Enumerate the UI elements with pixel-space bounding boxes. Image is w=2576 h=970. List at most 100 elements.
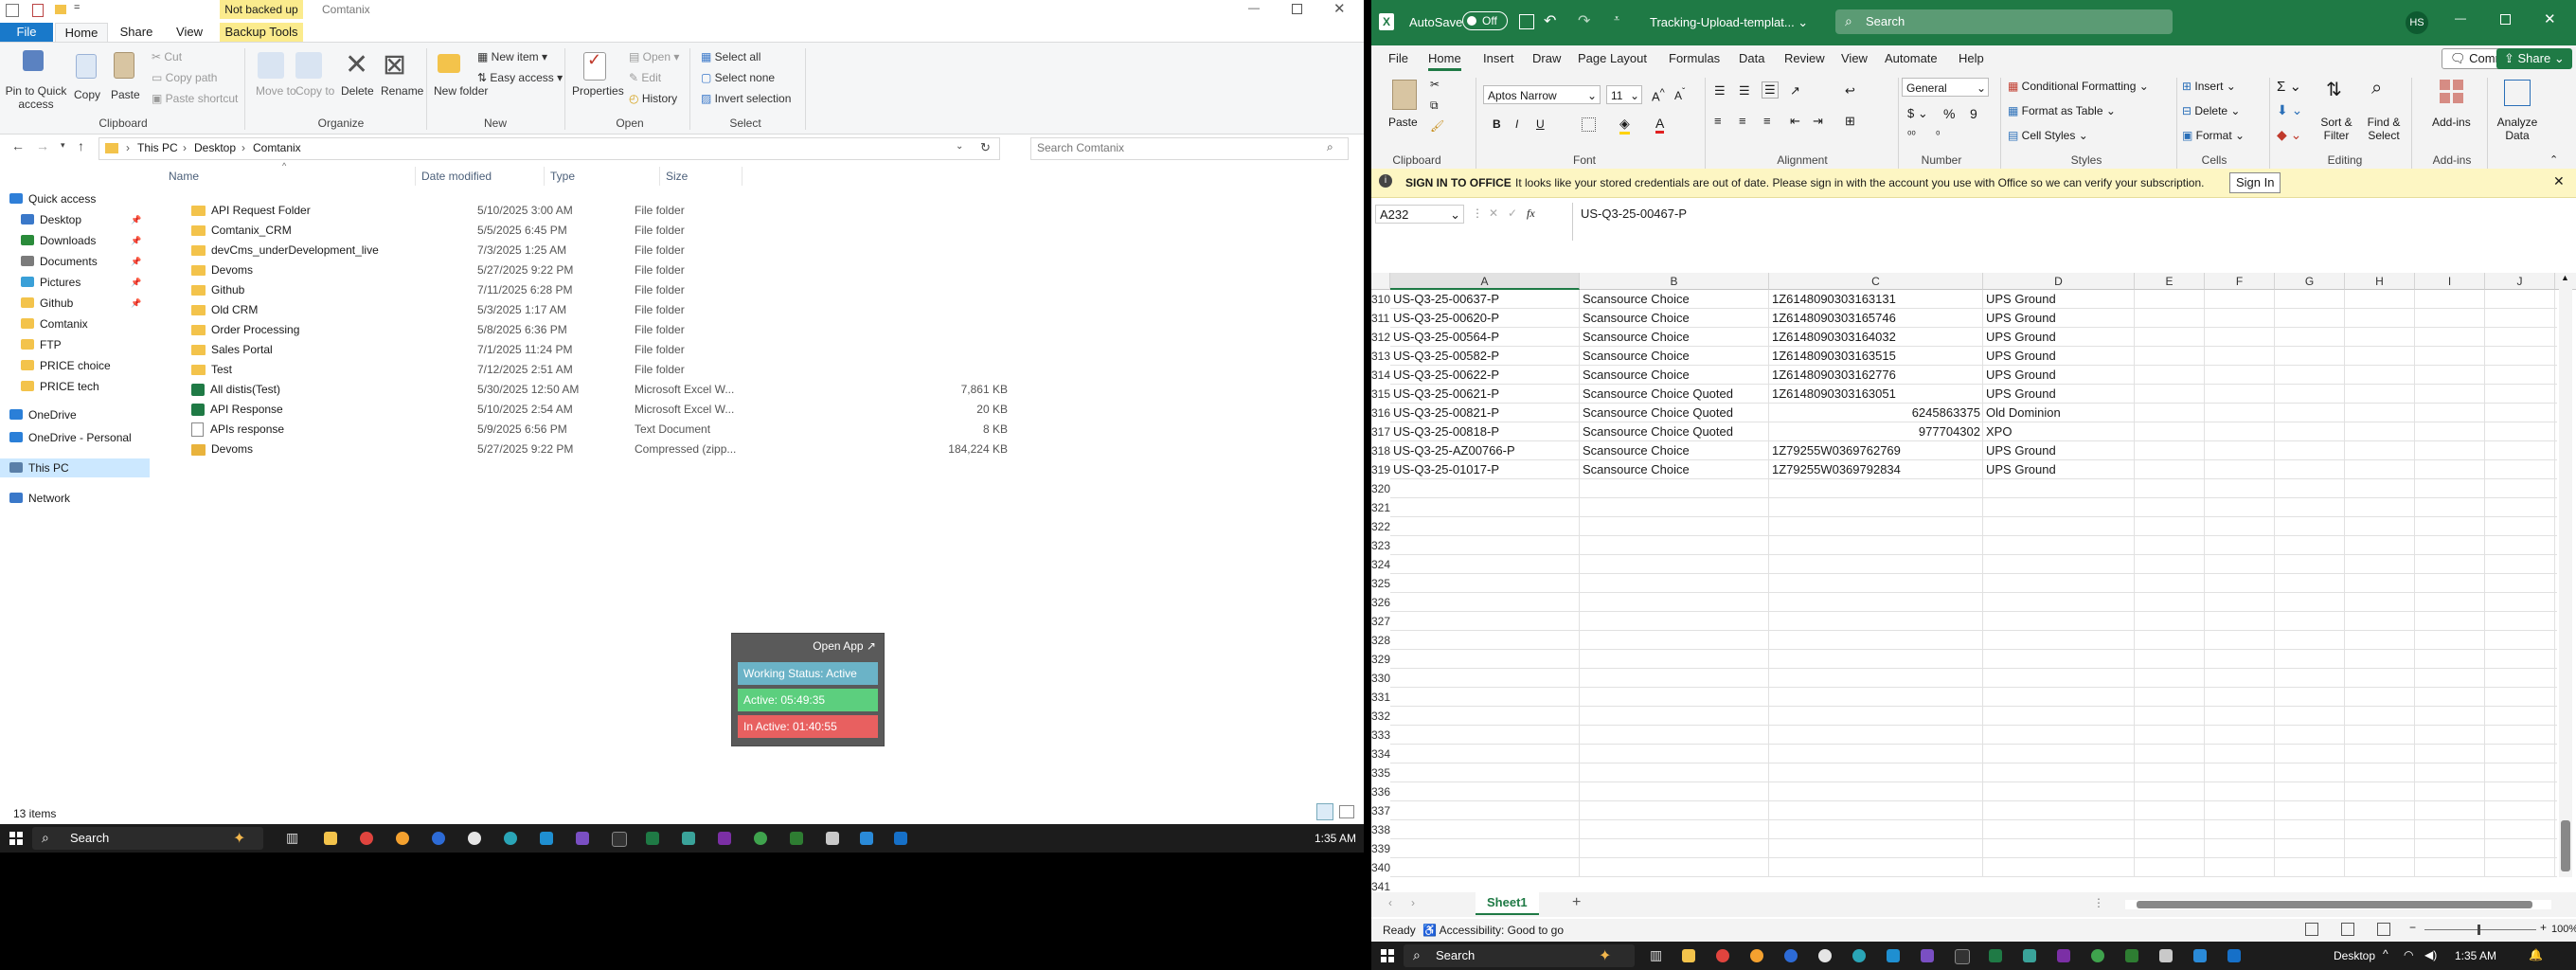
row-header[interactable]: 310	[1371, 290, 1390, 309]
nav-item-quick-access[interactable]: Quick access	[0, 189, 150, 208]
file-row[interactable]: Test 7/12/2025 2:51 AM File folder	[161, 360, 748, 380]
cell-d[interactable]: UPS Ground	[1986, 347, 2132, 366]
cancel-entry-icon[interactable]: ✕	[1489, 207, 1498, 220]
decrease-font-icon[interactable]: Aˇ	[1674, 87, 1685, 102]
column-header-g[interactable]: G	[2275, 273, 2345, 290]
decrease-indent-icon[interactable]: ⇤	[1790, 114, 1800, 129]
nav-item-price-tech[interactable]: PRICE tech	[0, 377, 150, 396]
invert-selection-button[interactable]: ▨ Invert selection	[701, 92, 791, 105]
tab-backup-tools[interactable]: Backup Tools	[220, 23, 303, 42]
menu-home[interactable]: Home	[1428, 51, 1461, 71]
zoom-level[interactable]: 100%	[2551, 924, 2576, 935]
add-sheet-icon[interactable]: +	[1572, 894, 1581, 911]
row-header[interactable]: 318	[1371, 441, 1390, 460]
align-top-icon[interactable]: ☰	[1714, 83, 1726, 99]
tab-view[interactable]: View	[165, 23, 214, 42]
increase-decimal-icon[interactable]: ⁰⁰	[1907, 129, 1916, 141]
cell-d[interactable]: UPS Ground	[1986, 460, 2132, 479]
row-header[interactable]: 311	[1371, 309, 1390, 328]
normal-view-icon[interactable]	[2305, 923, 2318, 936]
column-header-size[interactable]: Size	[659, 167, 742, 186]
comma-icon[interactable]: 9	[1970, 106, 1977, 121]
file-row[interactable]: API Response 5/10/2025 2:54 AM Microsoft E…	[161, 400, 1008, 420]
merge-center-icon[interactable]: ⊞	[1845, 114, 1855, 129]
row-header[interactable]: 330	[1371, 669, 1390, 688]
underline-icon[interactable]: U	[1536, 117, 1545, 131]
notifications-icon[interactable]: 🔔	[2529, 948, 2543, 961]
analyze-data-button[interactable]: Analyze Data	[2493, 116, 2542, 142]
row-header[interactable]: 312	[1371, 328, 1390, 347]
search-input[interactable]: Search Comtanix	[1037, 141, 1124, 154]
format-as-table-button[interactable]: ▦ Format as Table ⌄	[2008, 104, 2116, 117]
row-header[interactable]: 324	[1371, 555, 1390, 574]
app-taskbar-icon[interactable]	[504, 832, 517, 845]
cell-d[interactable]: UPS Ground	[1986, 328, 2132, 347]
borders-icon[interactable]	[1582, 117, 1596, 132]
properties-toolbar-icon[interactable]	[32, 4, 44, 17]
address-bar[interactable]: › This PC › Desktop › Comtanix ⌄ ↻	[98, 137, 1000, 160]
scroll-thumb[interactable]	[2561, 820, 2570, 871]
app-taskbar-icon[interactable]	[612, 832, 627, 847]
cell-c[interactable]: 6245863375	[1772, 404, 1980, 422]
network-icon[interactable]: ◠	[2404, 948, 2413, 961]
copy-icon[interactable]: ⧉	[1430, 99, 1439, 113]
align-right-icon[interactable]: ≡	[1763, 114, 1771, 128]
sign-in-button[interactable]: Sign In	[2229, 172, 2281, 193]
app-taskbar-icon[interactable]	[2125, 949, 2138, 962]
scroll-up-icon[interactable]: ▲	[2561, 273, 2569, 282]
row-header[interactable]: 317	[1371, 422, 1390, 441]
insert-function-icon[interactable]: fx	[1527, 207, 1535, 221]
tab-home[interactable]: Home	[55, 23, 108, 43]
tab-file[interactable]: File	[0, 23, 53, 42]
vscode-taskbar-icon[interactable]	[860, 832, 873, 845]
menu-automate[interactable]: Automate	[1885, 51, 1938, 65]
clock[interactable]: 1:35 AM	[1315, 832, 1356, 845]
row-header[interactable]: 333	[1371, 726, 1390, 745]
file-row[interactable]: Sales Portal 7/1/2025 11:24 PM File folder	[161, 340, 748, 360]
cell-a[interactable]: US-Q3-25-00818-P	[1393, 422, 1577, 441]
row-header[interactable]: 315	[1371, 385, 1390, 404]
row-header[interactable]: 327	[1371, 612, 1390, 631]
file-explorer-taskbar-icon[interactable]	[324, 832, 337, 845]
fill-color-icon[interactable]: ◈	[1619, 116, 1630, 135]
menu-draw[interactable]: Draw	[1532, 51, 1561, 65]
forward-arrow-icon[interactable]: →	[36, 138, 49, 153]
open-app-button[interactable]: Open App ↗	[813, 639, 876, 653]
increase-font-icon[interactable]: A^	[1652, 87, 1665, 103]
visual-studio-taskbar-icon[interactable]	[1921, 949, 1934, 962]
nav-item-desktop[interactable]: Desktop 📌	[0, 210, 150, 229]
spreadsheet-grid[interactable]: ABCDEFGHIJKLM310US-Q3-25-00637-PScansour…	[1371, 273, 2576, 896]
app-taskbar-icon[interactable]	[432, 832, 445, 845]
back-arrow-icon[interactable]: ←	[11, 138, 25, 153]
open-button[interactable]: ▤ Open ▾	[629, 50, 679, 63]
cell-b[interactable]: Scansource Choice Quoted	[1583, 385, 1766, 404]
not-backed-up-badge[interactable]: Not backed up	[220, 0, 303, 19]
conditional-formatting-button[interactable]: ▦ Conditional Formatting ⌄	[2008, 80, 2149, 93]
cell-d[interactable]: XPO	[1986, 422, 2132, 441]
minimize-icon[interactable]: —	[2455, 11, 2466, 25]
cell-c[interactable]: 1Z79255W0369762769	[1772, 441, 1980, 460]
file-row[interactable]: Comtanix_CRM 5/5/2025 6:45 PM File folder	[161, 221, 748, 241]
quick-access-toolbar-icon[interactable]	[6, 4, 19, 17]
app-taskbar-icon[interactable]	[468, 832, 481, 845]
chrome-profile-taskbar-icon[interactable]	[396, 832, 409, 845]
desktop-label[interactable]: Desktop	[2334, 949, 2375, 962]
cell-a[interactable]: US-Q3-25-00620-P	[1393, 309, 1577, 328]
select-all-corner[interactable]	[1371, 273, 1390, 290]
row-header[interactable]: 325	[1371, 574, 1390, 593]
nav-item-pictures[interactable]: Pictures 📌	[0, 273, 150, 292]
number-format-select[interactable]: General ⌄	[1902, 78, 1989, 97]
name-box[interactable]: A232 ⌄	[1375, 205, 1464, 224]
bold-icon[interactable]: B	[1493, 117, 1501, 131]
cell-a[interactable]: US-Q3-25-00622-P	[1393, 366, 1577, 385]
nav-item-documents[interactable]: Documents 📌	[0, 252, 150, 271]
move-to-button[interactable]: Move to	[256, 84, 296, 98]
sheet-tab-sheet1[interactable]: Sheet1	[1476, 892, 1539, 915]
breadcrumb-desktop[interactable]: Desktop	[194, 141, 236, 154]
cell-c[interactable]: 1Z6148090303162776	[1772, 366, 1980, 385]
save-icon[interactable]	[1519, 14, 1534, 29]
orientation-icon[interactable]: ↗	[1790, 83, 1800, 99]
format-painter-icon[interactable]: 🖌	[1430, 119, 1444, 133]
page-break-view-icon[interactable]	[2377, 923, 2390, 936]
autosum-icon[interactable]: Σ ⌄	[2277, 78, 2301, 95]
